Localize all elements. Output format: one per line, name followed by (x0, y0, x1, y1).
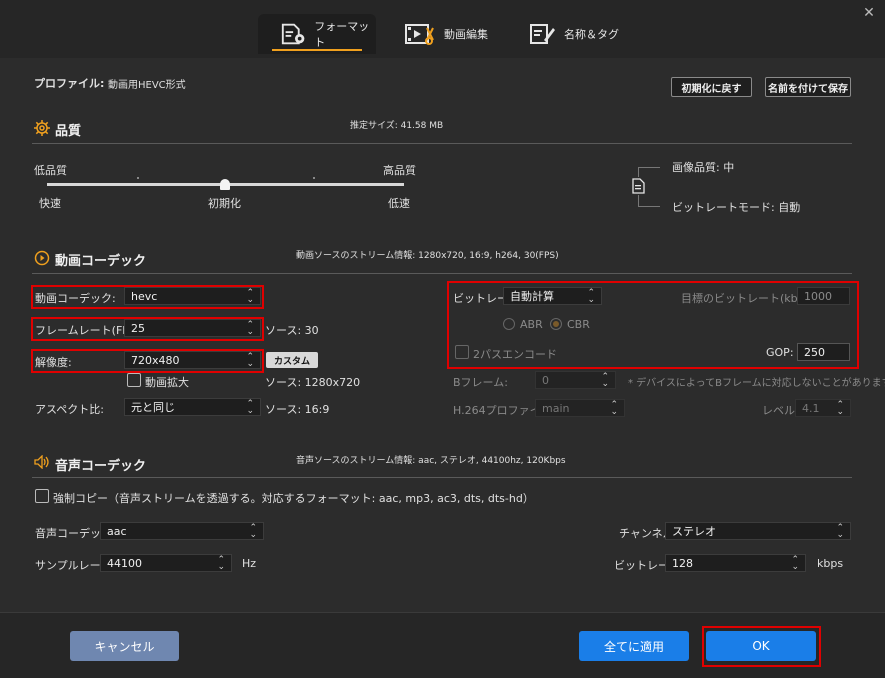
play-circle-icon (34, 250, 50, 266)
aspect-label: アスペクト比: (35, 403, 104, 416)
profile-label: プロファイル: (34, 77, 105, 90)
active-tab-underline (272, 49, 362, 51)
level-value: 4.1 (802, 401, 820, 415)
quality-section-title: 品質 (55, 124, 82, 139)
slider-tick (313, 177, 315, 179)
slow-label: 低速 (388, 197, 410, 210)
speaker-icon (34, 455, 49, 469)
force-copy-checkbox[interactable] (35, 489, 49, 503)
video-divider (32, 273, 852, 274)
select-chevron-icon: ⌃ ⌄ (217, 555, 225, 572)
video-edit-icon (405, 24, 434, 45)
document-icon (632, 178, 645, 194)
cancel-button[interactable]: キャンセル (70, 631, 179, 661)
select-chevron-icon: ⌃ ⌄ (249, 523, 257, 540)
high-quality-label: 高品質 (383, 164, 416, 177)
settings-dialog: フォーマット 動画編集 名称＆タグ ✕ プロファイル: 動画用HEVC形式 初期… (0, 0, 885, 678)
h264-profile-select[interactable]: main ⌃ ⌄ (535, 399, 625, 417)
force-copy-label: 強制コピー（音声ストリームを透過する。対応するフォーマット: aac, mp3,… (53, 492, 534, 505)
quality-slider-thumb[interactable] (220, 179, 230, 190)
select-chevron-icon: ⌃ ⌄ (836, 523, 844, 540)
image-quality: 画像品質: 中 (672, 161, 735, 174)
fps-source: ソース: 30 (265, 324, 319, 337)
video-section-title: 動画コーデック (55, 254, 147, 269)
select-chevron-icon: ⌃ ⌄ (610, 400, 618, 417)
level-select[interactable]: 4.1 ⌃ ⌄ (795, 399, 851, 417)
tab-bar: フォーマット 動画編集 名称＆タグ ✕ (0, 0, 885, 58)
bframe-label: Bフレーム: (453, 376, 508, 389)
fast-label: 快速 (39, 197, 61, 210)
gear-icon (34, 120, 50, 136)
estimated-size: 推定サイズ: 41.58 MB (350, 121, 444, 131)
save-as-button[interactable]: 名前を付けて保存 (765, 77, 851, 97)
low-quality-label: 低品質 (34, 164, 67, 177)
bframe-select[interactable]: 0 ⌃ ⌄ (535, 371, 616, 389)
select-chevron-icon: ⌃ ⌄ (601, 372, 609, 389)
bracket-line (638, 195, 639, 206)
highlight-box (702, 626, 821, 667)
tab-format-label: フォーマット (314, 20, 370, 49)
channel-value: ステレオ (672, 525, 716, 538)
tab-name-tag-label: 名称＆タグ (564, 28, 619, 41)
default-label: 初期化 (208, 197, 241, 210)
upscale-label: 動画拡大 (145, 376, 189, 389)
audio-source-info: 音声ソースのストリーム情報: aac, ステレオ, 44100hz, 120Kb… (296, 456, 566, 466)
apply-all-button[interactable]: 全てに適用 (579, 631, 689, 661)
video-source-info: 動画ソースのストリーム情報: 1280x720, 16:9, h264, 30(… (296, 251, 559, 261)
tab-name-tag[interactable]: 名称＆タグ (528, 14, 628, 54)
aspect-value: 元と同じ (131, 401, 175, 414)
samplerate-unit: Hz (242, 557, 257, 570)
aspect-source: ソース: 16:9 (265, 403, 330, 416)
aspect-select[interactable]: 元と同じ ⌃ ⌄ (124, 398, 261, 416)
h264-profile-value: main (542, 401, 570, 415)
close-icon[interactable]: ✕ (862, 6, 876, 20)
slider-tick (137, 177, 139, 179)
format-settings-icon (281, 23, 305, 45)
select-chevron-icon: ⌃ ⌄ (246, 399, 254, 416)
bitrate-mode: ビットレートモード: 自動 (672, 201, 801, 214)
upscale-checkbox[interactable] (127, 373, 141, 387)
select-chevron-icon: ⌃ ⌄ (791, 555, 799, 572)
reset-button[interactable]: 初期化に戻す (671, 77, 752, 97)
audio-bitrate-unit: kbps (817, 557, 844, 570)
select-chevron-icon: ⌃ ⌄ (836, 400, 844, 417)
quality-divider (32, 143, 852, 144)
footer: キャンセル 全てに適用 OK (0, 612, 885, 678)
highlight-box (31, 349, 264, 373)
level-label: レベル: (762, 404, 799, 417)
tab-video-edit-label: 動画編集 (444, 28, 488, 41)
profile-value: 動画用HEVC形式 (108, 80, 186, 91)
bframe-value: 0 (542, 373, 549, 387)
samplerate-select[interactable]: 44100 ⌃ ⌄ (100, 554, 232, 572)
highlight-box (31, 317, 264, 341)
custom-resolution-button[interactable]: カスタム (266, 352, 318, 368)
audio-codec-select[interactable]: aac ⌃ ⌄ (100, 522, 264, 540)
audio-section-title: 音声コーデック (55, 459, 147, 474)
channel-select[interactable]: ステレオ ⌃ ⌄ (665, 522, 851, 540)
highlight-box (447, 281, 859, 369)
audio-bitrate-select[interactable]: 128 ⌃ ⌄ (665, 554, 806, 572)
resolution-source: ソース: 1280x720 (265, 376, 361, 389)
bracket-line (638, 167, 660, 168)
samplerate-value: 44100 (107, 556, 142, 570)
bracket-line (638, 167, 639, 177)
audio-divider (32, 477, 852, 478)
highlight-box (31, 285, 264, 309)
bframe-note: * デバイスによってBフレームに対応しないことがあります (628, 378, 885, 389)
audio-codec-value: aac (107, 524, 127, 538)
tab-video-edit[interactable]: 動画編集 (404, 14, 504, 54)
bracket-line (638, 206, 660, 207)
name-tag-icon (530, 24, 555, 44)
tab-format[interactable]: フォーマット (258, 14, 376, 54)
audio-bitrate-value: 128 (672, 556, 693, 570)
